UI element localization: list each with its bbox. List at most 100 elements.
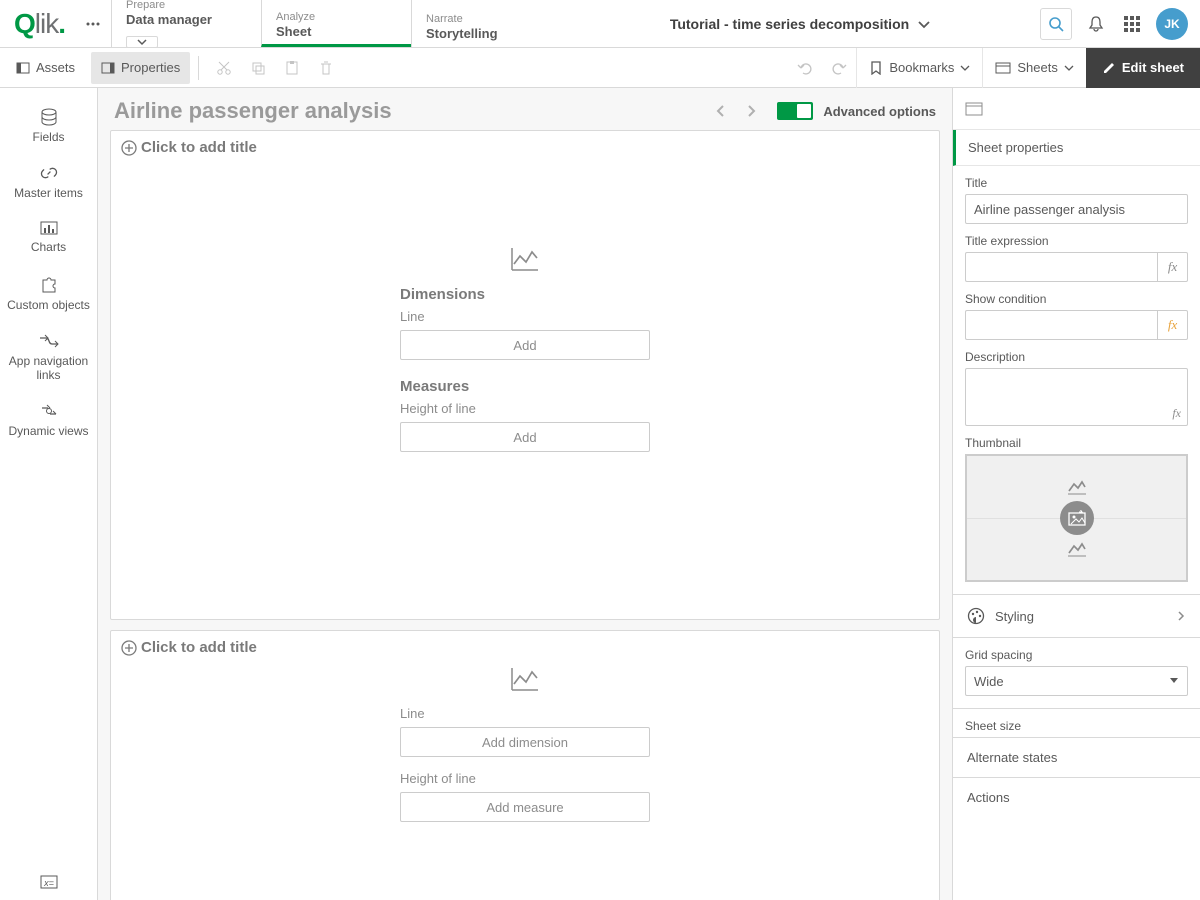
add-measure-button[interactable]: Add measure (400, 792, 650, 822)
sidebar-item-appnav[interactable]: App navigation links (0, 322, 97, 392)
dimensions-heading: Dimensions (400, 286, 650, 303)
cut-icon (216, 60, 232, 76)
show-condition-label: Show condition (965, 292, 1188, 306)
chart-title-placeholder[interactable]: Click to add title (141, 139, 257, 156)
svg-text:x=: x= (43, 878, 54, 888)
properties-toggle[interactable]: Properties (91, 52, 190, 84)
fx-button[interactable]: fx (1172, 406, 1181, 421)
trash-icon (318, 60, 334, 76)
change-thumbnail-button[interactable] (1060, 501, 1094, 535)
chevron-down-icon (1064, 63, 1074, 73)
sheet-icon-header (953, 88, 1200, 130)
app-launcher-button[interactable] (1120, 12, 1144, 36)
paste-icon (284, 60, 300, 76)
variables-icon: x= (39, 874, 59, 890)
add-dimension-button[interactable]: Add dimension (400, 727, 650, 757)
redo-icon (830, 59, 848, 77)
grid-spacing-select[interactable]: Wide (965, 666, 1188, 696)
description-input[interactable]: fx (965, 368, 1188, 426)
thumbnail-label: Thumbnail (965, 436, 1188, 450)
alternate-states-accordion[interactable]: Alternate states (953, 737, 1200, 777)
panel-title: Sheet properties (953, 130, 1200, 166)
tab-analyze[interactable]: Analyze Sheet (261, 0, 411, 47)
sidebar-item-custom[interactable]: Custom objects (0, 264, 97, 322)
sheet-icon (995, 61, 1011, 75)
redo-button (822, 51, 856, 85)
sidebar-item-dynamic[interactable]: Dynamic views (0, 392, 97, 448)
panel-left-icon (16, 61, 30, 75)
line-chart-icon (1067, 541, 1087, 557)
paste-button (275, 51, 309, 85)
bar-chart-icon (39, 220, 59, 236)
qlik-logo: Qlik. (0, 0, 75, 47)
fx-button[interactable]: fx (1157, 252, 1188, 282)
navigation-icon (38, 332, 60, 350)
sidebar-item-master[interactable]: Master items (0, 154, 97, 210)
sidebar-item-fields[interactable]: Fields (0, 98, 97, 154)
bookmark-icon (869, 61, 883, 75)
palette-icon (967, 607, 985, 625)
bell-icon (1087, 15, 1105, 33)
chevron-down-icon (960, 63, 970, 73)
sheet-title: Airline passenger analysis (114, 98, 715, 124)
notifications-button[interactable] (1084, 12, 1108, 36)
pencil-icon (1102, 61, 1116, 75)
prepare-dropdown[interactable] (126, 36, 158, 48)
prev-sheet-button[interactable] (715, 104, 727, 118)
styling-accordion[interactable]: Styling (953, 594, 1200, 637)
dimension-label: Line (400, 309, 650, 324)
more-menu[interactable] (75, 0, 111, 47)
copy-button (241, 51, 275, 85)
description-label: Description (965, 350, 1188, 364)
sheets-dropdown[interactable]: Sheets (982, 48, 1085, 88)
sheet-icon (965, 102, 983, 116)
chart-placeholder-2[interactable]: Click to add title Line Add dimension He… (110, 630, 940, 900)
sidebar-item-variables[interactable]: x= (0, 864, 97, 900)
undo-icon (796, 59, 814, 77)
chevron-down-icon (1169, 677, 1179, 685)
show-condition-input[interactable] (965, 310, 1157, 340)
avatar[interactable]: JK (1156, 8, 1188, 40)
advanced-options-label: Advanced options (823, 104, 936, 119)
grid-spacing-label: Grid spacing (965, 648, 1188, 662)
copy-icon (250, 60, 266, 76)
app-title-dropdown[interactable] (917, 17, 931, 31)
assets-toggle[interactable]: Assets (6, 52, 85, 84)
undo-button (788, 51, 822, 85)
line-chart-icon (510, 666, 540, 692)
title-expression-input[interactable] (965, 252, 1157, 282)
delete-button (309, 51, 343, 85)
chart-title-placeholder[interactable]: Click to add title (141, 639, 257, 656)
panel-right-icon (101, 61, 115, 75)
actions-accordion[interactable]: Actions (953, 777, 1200, 817)
title-label: Title (965, 176, 1188, 190)
properties-panel: Sheet properties Title Title expression … (952, 88, 1200, 900)
title-input[interactable] (965, 194, 1188, 224)
add-measure-button[interactable]: Add (400, 422, 650, 452)
next-sheet-button[interactable] (745, 104, 757, 118)
bookmarks-dropdown[interactable]: Bookmarks (856, 48, 982, 88)
fx-button[interactable]: fx (1157, 310, 1188, 340)
app-title: Tutorial - time series decomposition (670, 16, 909, 32)
dimension-label: Line (400, 706, 650, 721)
chevron-right-icon (1176, 610, 1186, 622)
thumbnail-preview[interactable] (965, 454, 1188, 582)
measure-label: Height of line (400, 401, 650, 416)
title-expression-label: Title expression (965, 234, 1188, 248)
measures-heading: Measures (400, 378, 650, 395)
sheet-size-label: Sheet size (965, 719, 1188, 733)
advanced-options-toggle[interactable] (777, 102, 813, 120)
add-title-icon (121, 140, 137, 156)
sidebar-item-charts[interactable]: Charts (0, 210, 97, 264)
line-chart-icon (1067, 479, 1087, 495)
image-icon (1068, 510, 1086, 526)
edit-sheet-button[interactable]: Edit sheet (1086, 48, 1200, 88)
grid-icon (1123, 15, 1141, 33)
tab-narrate[interactable]: Narrate Storytelling (411, 0, 561, 47)
tab-prepare[interactable]: Prepare Data manager (111, 0, 261, 47)
add-title-icon (121, 640, 137, 656)
cut-button (207, 51, 241, 85)
global-search-button[interactable] (1040, 8, 1072, 40)
add-dimension-button[interactable]: Add (400, 330, 650, 360)
chart-placeholder-1[interactable]: Click to add title Dimensions Line Add M… (110, 130, 940, 620)
